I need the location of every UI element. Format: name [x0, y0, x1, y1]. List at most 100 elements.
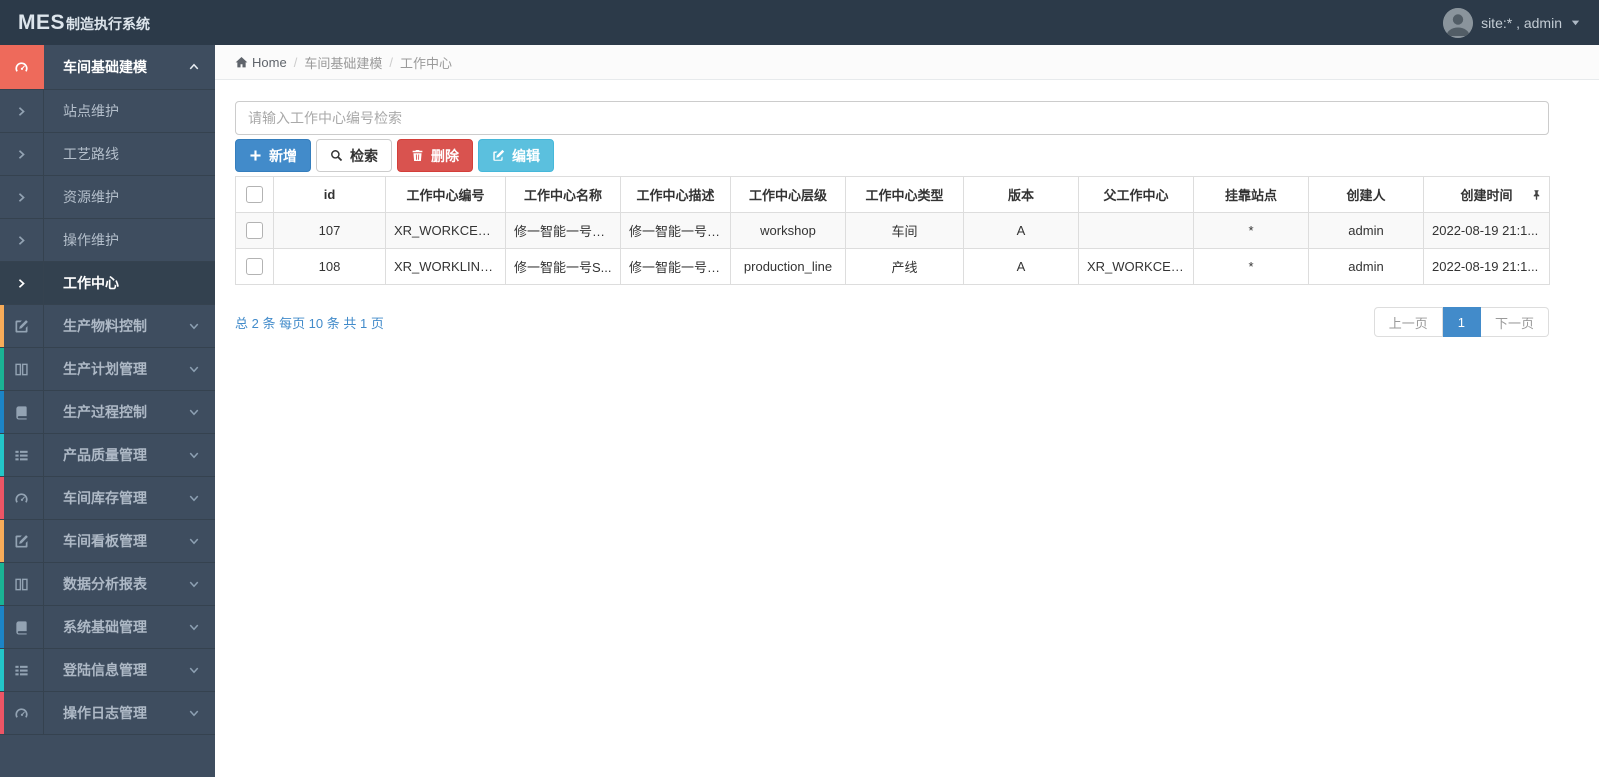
edit-icon [492, 149, 505, 162]
chevron-down-icon [188, 305, 200, 347]
book-icon [0, 391, 44, 433]
table-row[interactable]: 108 XR_WORKLINE... 修一智能一号S... 修一智能一号S... pro… [235, 248, 1550, 285]
button-label: 编辑 [512, 147, 540, 164]
sidebar-group-production-material-control[interactable]: 生产物料控制 [0, 305, 215, 348]
sidebar-item-label: 操作维护 [63, 232, 119, 248]
gauge-icon [0, 477, 44, 519]
group-color-strip [0, 348, 4, 390]
column-header[interactable]: 挂靠站点 [1193, 176, 1309, 213]
group-color-strip [0, 477, 4, 519]
table-cell: * [1193, 248, 1309, 285]
sidebar-item-work-center[interactable]: 工作中心 [0, 262, 215, 305]
chevron-down-icon [188, 692, 200, 734]
chevron-right-icon [0, 90, 44, 132]
table-cell: XR_WORKCEN... [385, 212, 506, 249]
plus-icon [249, 149, 262, 162]
current-page-button[interactable]: 1 [1442, 307, 1481, 337]
prev-page-button[interactable]: 上一页 [1373, 307, 1443, 337]
app-logo: MES 制造执行系统 [18, 11, 150, 35]
sidebar-item-label: 登陆信息管理 [63, 662, 147, 678]
pin-icon[interactable] [1531, 189, 1542, 200]
sidebar-group-system-base-management[interactable]: 系统基础管理 [0, 606, 215, 649]
column-header[interactable]: 版本 [963, 176, 1079, 213]
sidebar-group-workshop-board-management[interactable]: 车间看板管理 [0, 520, 215, 563]
search-icon [330, 149, 343, 162]
group-color-strip [0, 649, 4, 691]
brand-mes: MES [18, 10, 66, 34]
column-header[interactable]: id [273, 176, 386, 213]
user-menu[interactable]: site:* , admin [1443, 7, 1581, 38]
sidebar-group-data-analysis-report[interactable]: 数据分析报表 [0, 563, 215, 606]
row-checkbox[interactable] [246, 222, 263, 240]
table-cell: 修一智能一号车间 [620, 212, 731, 249]
table-cell: production_line [730, 248, 846, 285]
sidebar-item-process-route[interactable]: 工艺路线 [0, 133, 215, 176]
sidebar-group-workshop-base-modeling[interactable]: 车间基础建模 [0, 45, 215, 90]
row-checkbox-cell [235, 248, 274, 285]
content: 新增 检索 删除 编辑 id工作中心编号工作中心名称工作中心描述工作中心层级工作中心类… [215, 80, 1599, 337]
header-checkbox-cell [235, 176, 274, 213]
sidebar-group-production-plan-management[interactable]: 生产计划管理 [0, 348, 215, 391]
group-color-strip [0, 563, 4, 605]
sidebar-item-site-maintenance[interactable]: 站点维护 [0, 90, 215, 133]
add-button[interactable]: 新增 [235, 139, 311, 172]
book-icon [0, 606, 44, 648]
delete-button[interactable]: 删除 [397, 139, 473, 172]
caret-down-icon [1570, 17, 1581, 28]
pagination-summary: 总 2 条 每页 10 条 共 1 页 [235, 315, 384, 331]
column-header[interactable]: 工作中心类型 [845, 176, 964, 213]
sidebar-item-label: 系统基础管理 [63, 619, 147, 635]
select-all-checkbox[interactable] [246, 186, 263, 204]
pencil-square-icon [0, 305, 44, 347]
chevron-down-icon [188, 348, 200, 390]
column-header[interactable]: 工作中心层级 [730, 176, 846, 213]
column-header[interactable]: 父工作中心 [1078, 176, 1194, 213]
table-cell: 修一智能一号S... [505, 248, 621, 285]
breadcrumb-item[interactable]: 车间基础建模 [304, 53, 382, 72]
group-color-strip [0, 305, 4, 347]
sidebar-item-label: 车间库存管理 [63, 490, 147, 506]
row-checkbox[interactable] [246, 258, 263, 276]
table-cell: 产线 [845, 248, 964, 285]
column-header[interactable]: 工作中心描述 [620, 176, 731, 213]
pagination: 上一页 1 下一页 [1373, 307, 1549, 337]
sidebar-group-product-quality-management[interactable]: 产品质量管理 [0, 434, 215, 477]
sidebar-group-production-process-control[interactable]: 生产过程控制 [0, 391, 215, 434]
column-header[interactable]: 工作中心名称 [505, 176, 621, 213]
sidebar-item-label: 站点维护 [63, 103, 119, 119]
sidebar-item-label: 操作日志管理 [63, 705, 147, 721]
user-label: site:* , admin [1481, 14, 1562, 31]
sidebar-item-operation-maintenance[interactable]: 操作维护 [0, 219, 215, 262]
edit-button[interactable]: 编辑 [478, 139, 554, 172]
breadcrumb-separator: / [389, 54, 393, 70]
chevron-down-icon [188, 649, 200, 691]
column-header[interactable]: 工作中心编号 [385, 176, 506, 213]
chevron-right-icon [0, 176, 44, 218]
breadcrumb-separator: / [293, 54, 298, 70]
chevron-right-icon [0, 219, 44, 261]
sidebar-group-login-info-management[interactable]: 登陆信息管理 [0, 649, 215, 692]
top-navbar: MES 制造执行系统 site:* , admin [0, 0, 1599, 45]
table-row[interactable]: 107 XR_WORKCEN... 修一智能一号车间 修一智能一号车间 workshop… [235, 212, 1550, 249]
sidebar-item-label: 生产物料控制 [63, 318, 147, 334]
table-cell: workshop [730, 212, 846, 249]
sidebar-group-operation-log-management[interactable]: 操作日志管理 [0, 692, 215, 735]
table-cell: 108 [273, 248, 386, 285]
button-label: 新增 [269, 147, 297, 164]
workcenter-table: id 工作中心编号 工作中心名称 工作中心描述 工作中心层级 工作中心类型 版本 父工作中心挂… [235, 176, 1550, 285]
sidebar-item-label: 车间基础建模 [63, 59, 147, 75]
chevron-up-icon [188, 45, 200, 89]
group-color-strip [0, 606, 4, 648]
button-label: 删除 [431, 147, 459, 164]
group-color-strip [0, 520, 4, 562]
column-header[interactable]: 创建人 [1308, 176, 1424, 213]
breadcrumb-home[interactable]: Home [235, 55, 287, 70]
toolbar: 新增 检索 删除 编辑 [235, 139, 1549, 172]
next-page-button[interactable]: 下一页 [1480, 307, 1549, 337]
search-button[interactable]: 检索 [316, 139, 392, 172]
sidebar-group-workshop-inventory-management[interactable]: 车间库存管理 [0, 477, 215, 520]
sidebar-item-label: 工艺路线 [63, 146, 119, 162]
sidebar-item-resource-maintenance[interactable]: 资源维护 [0, 176, 215, 219]
column-header[interactable]: 创建时间 [1423, 176, 1550, 213]
search-input[interactable] [235, 101, 1549, 135]
